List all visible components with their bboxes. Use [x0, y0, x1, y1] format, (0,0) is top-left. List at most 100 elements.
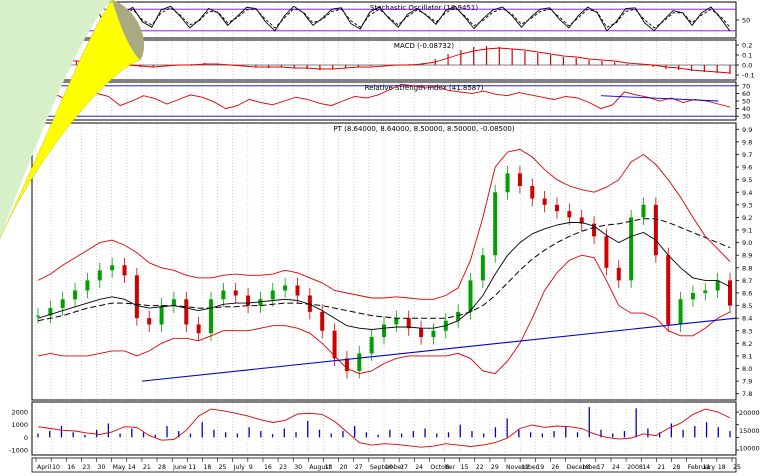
x-tick-label: 28: [672, 464, 680, 471]
candle-body: [604, 236, 609, 268]
candle-body: [295, 285, 300, 296]
candle-body: [530, 185, 535, 199]
x-tick-label: 25: [733, 464, 741, 471]
y-tick-label: 0.2: [742, 42, 752, 50]
x-tick-label: 11: [703, 464, 711, 471]
x-tick-label: 15: [461, 464, 469, 471]
candle-body: [85, 280, 90, 291]
y-tick-label: 8.7: [742, 277, 752, 285]
candle-body: [270, 290, 275, 300]
moving-average-long: [37, 218, 731, 322]
candle-body: [567, 211, 572, 218]
y-tick-label: 9.9: [742, 126, 752, 134]
candle-body: [394, 318, 399, 325]
candle-body: [641, 204, 646, 218]
y-tick-label: 50: [742, 17, 750, 25]
candle-body: [690, 292, 695, 300]
candle-body: [283, 285, 288, 291]
panel-title: Stochastic Oscillator (18.9451): [370, 4, 478, 12]
y-tick-label: 0.1: [742, 52, 752, 60]
y-tick-label: -1000: [9, 446, 28, 454]
candle-body: [616, 267, 621, 281]
x-tick-label: 22: [476, 464, 484, 471]
x-tick-label: 14: [642, 464, 650, 471]
y-tick-label: 9.8: [742, 138, 752, 146]
x-tick-label: 11: [188, 464, 196, 471]
panel-title: PT (8.64000, 8.64000, 8.50000, 8.50000, …: [333, 125, 515, 133]
y-tick-label: 0: [24, 434, 28, 442]
candle-body: [653, 204, 658, 256]
x-tick-label: 26: [551, 464, 559, 471]
candle-body: [517, 173, 522, 186]
y-tick-label: 1000: [11, 421, 28, 429]
x-tick-label: June: [172, 464, 187, 471]
x-tick-label: 16: [67, 464, 75, 471]
candle-body: [629, 217, 634, 281]
panel-title: MACD (-0.08732): [394, 42, 454, 50]
candle-body: [147, 318, 152, 325]
candle-body: [382, 324, 386, 338]
x-tick-label: 10: [52, 464, 60, 471]
candle-body: [122, 265, 127, 276]
candle-body: [73, 290, 78, 300]
x-tick-label: 12: [521, 464, 529, 471]
x-tick-label: 14: [128, 464, 136, 471]
y-tick-label: 8.5: [742, 302, 752, 310]
page-curl-icon: [0, 0, 144, 239]
support-trendline: [141, 317, 737, 382]
y-tick-label: 8.3: [742, 327, 752, 335]
candle-body: [258, 299, 263, 306]
x-tick-label: April: [37, 464, 51, 471]
bollinger-upper: [37, 148, 731, 300]
candle-body: [97, 270, 102, 281]
x-tick-label: 24: [415, 464, 423, 471]
y-tick-label: 9.5: [742, 176, 752, 184]
candle-body: [110, 265, 115, 271]
y-tick-label: 8.4: [742, 315, 752, 323]
y-tick-label: 30: [742, 113, 750, 121]
x-tick-label: 23: [279, 464, 287, 471]
candle-body: [369, 337, 374, 354]
x-tick-label: 21: [657, 464, 665, 471]
volume-ma-line: [37, 408, 731, 448]
y-tick-label-right: 20000: [739, 409, 760, 417]
candle-body: [320, 311, 325, 331]
x-tick-label: July: [233, 464, 245, 471]
x-tick-label: 19: [536, 464, 544, 471]
candle-body: [715, 280, 720, 291]
x-tick-label: 28: [158, 464, 166, 471]
x-tick-label: 18: [203, 464, 211, 471]
x-tick-label: 13: [324, 464, 332, 471]
y-tick-label: 8.6: [742, 289, 752, 297]
candle-body: [542, 198, 547, 205]
x-tick-label: 27: [355, 464, 363, 471]
y-tick-label: 7.8: [742, 390, 752, 398]
y-tick-label: 9.0: [742, 239, 752, 247]
x-tick-label: 9: [249, 464, 253, 471]
candle-body: [196, 324, 201, 334]
candle-body: [678, 299, 683, 325]
candle-body: [703, 290, 708, 293]
candle-body: [431, 330, 436, 338]
y-tick-label: 9.2: [742, 214, 752, 222]
y-tick-label: 9.1: [742, 227, 752, 235]
candle-body: [419, 328, 424, 338]
x-tick-label: 18: [718, 464, 726, 471]
candle-body: [171, 299, 176, 306]
x-tick-label: May: [113, 464, 126, 471]
y-tick-label: 9.4: [742, 189, 752, 197]
x-tick-label: February: [688, 464, 716, 471]
x-tick-label: 2008: [627, 464, 643, 471]
candle-body: [357, 353, 362, 372]
chart-window: Stochastic Oscillator (18.9451) 50 MACD (-…: [0, 0, 765, 476]
x-tick-label: 10: [582, 464, 590, 471]
candle-body: [505, 173, 510, 193]
y-tick-label: 0.0: [742, 62, 752, 70]
candle-body: [184, 299, 189, 325]
y-tick-label-right: 10000: [739, 444, 760, 452]
x-tick-label: 8: [446, 464, 450, 471]
technical-analysis-chart: Stochastic Oscillator (18.9451) 50 MACD (-…: [0, 0, 765, 476]
y-tick-label: 8.9: [742, 252, 752, 260]
y-tick-label: 8.8: [742, 264, 752, 272]
y-tick-label-right: 15000: [739, 427, 760, 435]
